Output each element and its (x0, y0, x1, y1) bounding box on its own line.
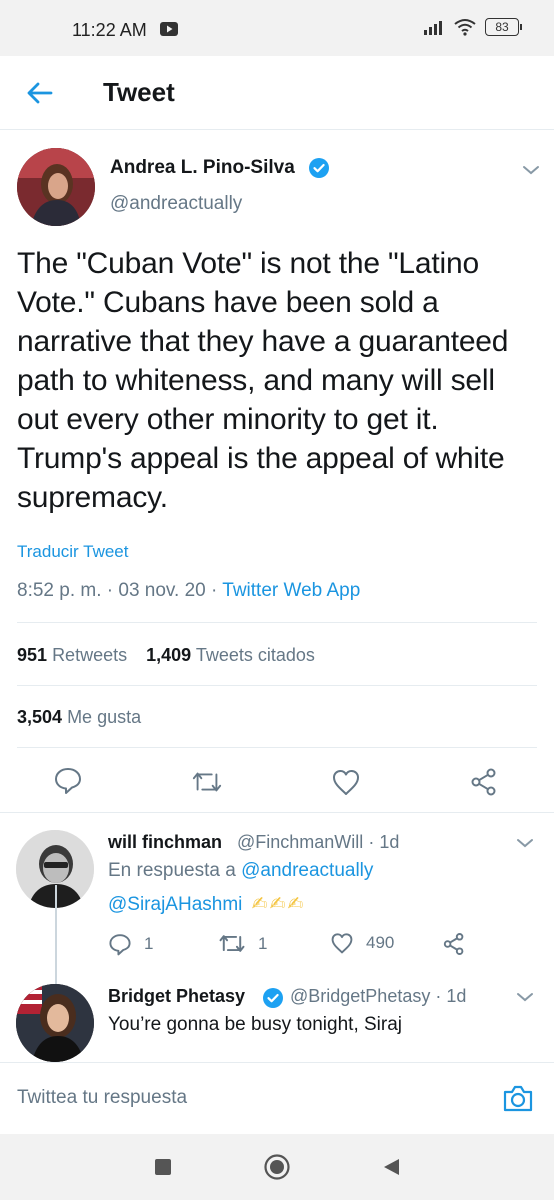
meta-separator: · (368, 832, 380, 852)
meta-separator: · (106, 580, 119, 601)
reply-author-handle[interactable]: @BridgetPhetasy (290, 986, 430, 1006)
reply-retweet-button[interactable]: 1 (218, 932, 267, 955)
share-icon (471, 768, 496, 796)
verified-badge-icon (263, 988, 283, 1008)
reply-author-name[interactable]: Bridget Phetasy (108, 986, 245, 1007)
reply-age: 1d (379, 832, 400, 852)
divider (0, 812, 554, 813)
reply-count: 1 (144, 934, 154, 953)
circle-icon (264, 1154, 290, 1180)
comment-icon (109, 934, 131, 956)
divider (17, 747, 537, 748)
reply-meta: @FinchmanWill · 1d (237, 832, 399, 853)
share-icon (443, 933, 464, 955)
heart-icon (333, 770, 359, 795)
reply-to-handle-link[interactable]: @andreactually (241, 860, 373, 881)
reply-share-button[interactable] (442, 932, 466, 956)
back-button[interactable] (22, 76, 56, 110)
battery-icon: 83 (485, 18, 522, 36)
verified-badge-icon (309, 158, 329, 178)
battery-level: 83 (495, 20, 509, 34)
quotes-stat[interactable]: 1,409 Tweets citados (146, 645, 315, 665)
triangle-back-icon (384, 1159, 399, 1175)
reply-input[interactable]: Twittea tu respuesta (17, 1087, 187, 1109)
reply-avatar[interactable] (16, 984, 94, 1062)
tweet-meta: 8:52 p. m. · 03 nov. 20 · Twitter Web Ap… (17, 580, 360, 602)
likes-count: 3,504 (17, 707, 63, 727)
retweet-icon (192, 772, 222, 792)
reply-button[interactable] (52, 764, 84, 796)
comment-icon (55, 768, 81, 794)
status-bar: 11:22 AM 83 (0, 0, 554, 56)
signal-icon (424, 21, 442, 35)
reply-to-prefix: En respuesta a (108, 860, 236, 881)
app-header: Tweet (0, 56, 554, 130)
tweet-stats: 951 Retweets 1,409 Tweets citados (17, 645, 315, 666)
home-button[interactable] (264, 1154, 290, 1180)
reply-like-button[interactable]: 490 (330, 932, 394, 954)
quotes-count: 1,409 (146, 645, 192, 665)
retweet-button[interactable] (191, 766, 223, 798)
page-title: Tweet (103, 77, 175, 107)
mention-link[interactable]: @SirajAHashmi (108, 894, 242, 915)
quotes-label: Tweets citados (195, 645, 315, 665)
compose-bar: Twittea tu respuesta (0, 1062, 554, 1134)
retweet-count: 1 (258, 933, 268, 953)
likes-stat[interactable]: 3,504 Me gusta (17, 707, 141, 728)
recents-button[interactable] (150, 1154, 176, 1180)
square-icon (155, 1159, 171, 1175)
status-icons: 83 (423, 18, 522, 36)
reply-text: @SirajAHashmi ✍✍✍ (108, 893, 305, 916)
reply-age: 1d (446, 986, 467, 1006)
reply-text: You’re gonna be busy tonight, Siraj (108, 1014, 403, 1035)
reply-author-handle[interactable]: @FinchmanWill (237, 832, 363, 852)
reply-reply-button[interactable]: 1 (108, 932, 153, 956)
status-time: 11:22 AM (72, 20, 147, 40)
divider (17, 685, 537, 686)
author-avatar[interactable] (17, 148, 95, 226)
reply-context: En respuesta a @andreactually (108, 860, 373, 882)
back-nav-button[interactable] (378, 1154, 404, 1180)
tweet-time: 8:52 p. m. (17, 580, 102, 601)
system-nav-bar (0, 1134, 554, 1200)
reply-meta: @BridgetPhetasy · 1d (290, 986, 466, 1007)
retweets-count: 951 (17, 645, 48, 665)
retweets-stat[interactable]: 951 Retweets (17, 645, 127, 665)
author-handle[interactable]: @andreactually (110, 193, 242, 215)
retweets-label: Retweets (52, 645, 128, 665)
chevron-down-icon[interactable] (515, 990, 535, 1004)
share-button[interactable] (468, 766, 500, 798)
writing-hand-emoji: ✍✍✍ (251, 894, 306, 915)
heart-icon (331, 933, 353, 954)
like-count: 490 (366, 933, 395, 952)
like-button[interactable] (330, 766, 362, 798)
retweet-icon (219, 935, 245, 952)
media-icon (160, 22, 178, 36)
arrow-left-icon (27, 82, 53, 104)
likes-label: Me gusta (67, 707, 142, 727)
chevron-down-icon[interactable] (515, 836, 535, 850)
tweet-date: 03 nov. 20 (118, 580, 206, 601)
author-name[interactable]: Andrea L. Pino-Silva (110, 157, 295, 179)
camera-icon[interactable] (502, 1083, 534, 1113)
reply-author-name[interactable]: will finchman (108, 832, 222, 853)
chevron-down-icon[interactable] (521, 163, 541, 177)
wifi-icon (454, 19, 476, 36)
tweet-text: The "Cuban Vote" is not the "Latino Vote… (17, 247, 509, 514)
divider (17, 622, 537, 623)
translate-tweet-link[interactable]: Traducir Tweet (17, 542, 129, 562)
thread-line (55, 885, 57, 985)
meta-separator: · (211, 580, 223, 601)
tweet-source-link[interactable]: Twitter Web App (222, 580, 360, 601)
meta-separator: · (435, 986, 447, 1006)
